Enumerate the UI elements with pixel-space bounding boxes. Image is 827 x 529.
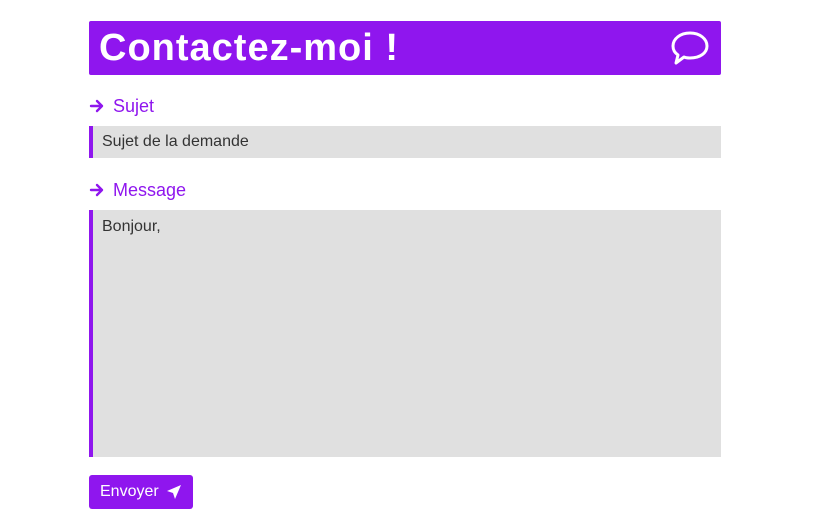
subject-label: Sujet xyxy=(89,95,721,117)
contact-form: Contactez-moi ! Sujet Sujet de la demand… xyxy=(89,21,721,509)
send-button-label: Envoyer xyxy=(100,483,159,500)
form-header: Contactez-moi ! xyxy=(89,21,721,75)
message-label-text: Message xyxy=(113,179,187,200)
message-label: Message xyxy=(89,179,721,201)
send-button[interactable]: Envoyer xyxy=(89,475,193,509)
arrow-right-icon xyxy=(89,183,104,197)
page-title: Contactez-moi ! xyxy=(99,27,399,69)
subject-label-text: Sujet xyxy=(113,95,155,116)
subject-input[interactable]: Sujet de la demande xyxy=(89,126,721,158)
message-textarea[interactable]: Bonjour, xyxy=(89,210,721,457)
arrow-right-icon xyxy=(89,99,104,113)
speech-bubble-icon xyxy=(671,31,709,65)
paper-plane-icon xyxy=(166,485,181,499)
